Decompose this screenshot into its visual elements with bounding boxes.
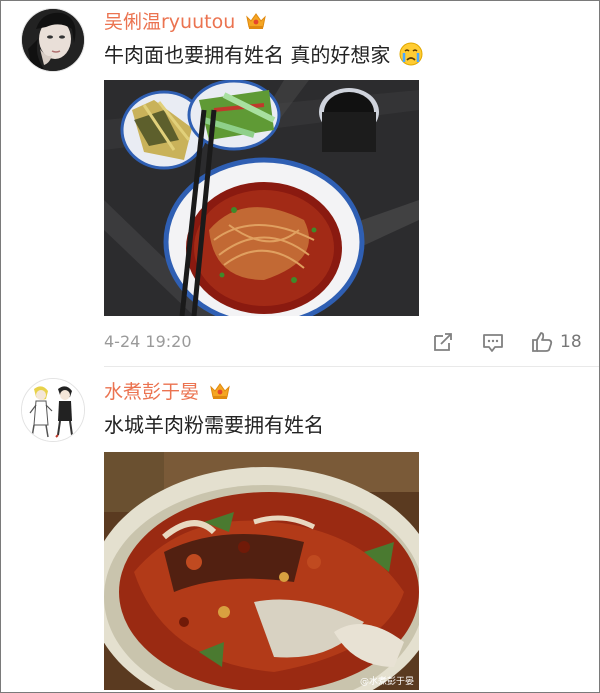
comment-photo[interactable]: @水煮彭于晏: [104, 452, 419, 690]
comment-actions: 18: [431, 330, 591, 354]
username-text[interactable]: 吴俐温ryuutou: [104, 11, 235, 33]
like-icon[interactable]: [530, 330, 554, 358]
comment-icon[interactable]: [481, 330, 505, 358]
avatar[interactable]: [21, 8, 85, 72]
comment-text: 牛肉面也要拥有姓名 真的好想家: [104, 41, 423, 69]
crying-face-emoji: [399, 42, 423, 66]
comment-divider: [104, 366, 599, 367]
crown-badge-icon: [245, 11, 267, 38]
avatar-illustration: [22, 379, 84, 441]
crown-badge-icon: [209, 381, 231, 408]
avatar-photo: [22, 9, 84, 71]
username[interactable]: 水煮彭于晏: [104, 379, 231, 405]
username[interactable]: 吴俐温ryuutou: [104, 9, 267, 35]
comment-photo[interactable]: [104, 80, 419, 316]
photo-watermark: @水煮彭于晏: [360, 675, 414, 687]
comments-panel: 吴俐温ryuutou 牛肉面也要拥有姓名 真的好想家 4-24 19:20 18…: [0, 0, 600, 693]
username-text[interactable]: 水煮彭于晏: [104, 381, 199, 403]
mutton-noodle-photo: @水煮彭于晏: [104, 452, 419, 690]
comment-timestamp: 4-24 19:20: [104, 332, 192, 351]
like-count: 18: [560, 332, 582, 352]
comment-text: 水城羊肉粉需要拥有姓名: [104, 413, 324, 437]
avatar[interactable]: [21, 378, 85, 442]
comment-text-content: 牛肉面也要拥有姓名 真的好想家: [104, 43, 391, 67]
repost-icon[interactable]: [431, 330, 455, 358]
beef-noodle-photo: [104, 80, 419, 316]
